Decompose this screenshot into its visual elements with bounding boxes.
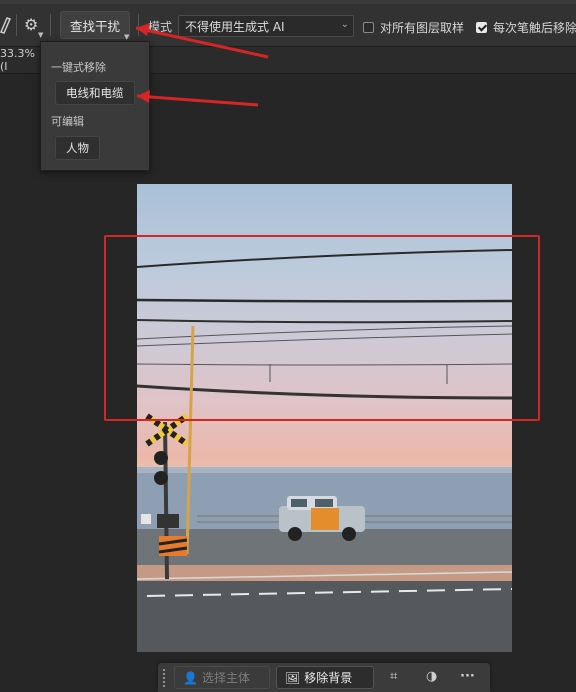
person-icon: 👤 [183, 670, 198, 685]
divider [50, 14, 51, 36]
chevron-down-icon[interactable]: ▼ [124, 33, 129, 41]
image-icon: 🖼 [285, 670, 301, 685]
remove-after-stroke-checkbox[interactable] [476, 22, 487, 33]
remove-background-button[interactable]: 🖼 移除背景 [276, 666, 374, 689]
drag-handle[interactable] [162, 668, 166, 688]
mode-label: 模式 [148, 20, 173, 34]
people-button[interactable]: 人物 [55, 136, 100, 160]
document-tab[interactable]: 33.3% (I [0, 47, 40, 73]
remove-after-stroke-label: 每次笔触后移除 [493, 21, 576, 35]
editable-heading: 可编辑 [51, 115, 84, 128]
find-distractions-button[interactable]: 查找干扰 [60, 11, 130, 39]
mode-select-value: 不得使用生成式 AI [185, 19, 285, 34]
select-subject-label: 选择主体 [201, 671, 250, 685]
gear-icon[interactable]: ⚙ [24, 15, 38, 34]
chevron-down-icon[interactable]: ▼ [38, 31, 43, 39]
chevron-down-icon: ⌄ [340, 19, 349, 30]
brush-icon[interactable] [0, 16, 12, 34]
select-subject-button[interactable]: 👤 选择主体 [174, 666, 270, 689]
divider [16, 14, 17, 36]
find-distractions-dropdown: 一键式移除 电线和电缆 可编辑 人物 [40, 41, 150, 171]
divider [138, 14, 139, 36]
annotation-highlight-box [104, 235, 540, 421]
contextual-taskbar: 👤 选择主体 🖼 移除背景 ⌗ ◑ ··· [158, 663, 490, 692]
mode-select[interactable]: 不得使用生成式 AI ⌄ [178, 15, 354, 37]
remove-background-label: 移除背景 [304, 671, 353, 685]
more-icon[interactable]: ··· [460, 669, 475, 684]
sample-all-layers-checkbox[interactable] [363, 22, 374, 33]
sample-all-layers-label: 对所有图层取样 [380, 21, 465, 35]
wires-and-cables-button[interactable]: 电线和电缆 [55, 81, 135, 105]
crop-icon[interactable]: ⌗ [390, 669, 397, 684]
contrast-icon[interactable]: ◑ [426, 669, 437, 684]
zoom-level: 33.3% (I [0, 47, 35, 73]
one-click-remove-heading: 一键式移除 [51, 61, 106, 74]
